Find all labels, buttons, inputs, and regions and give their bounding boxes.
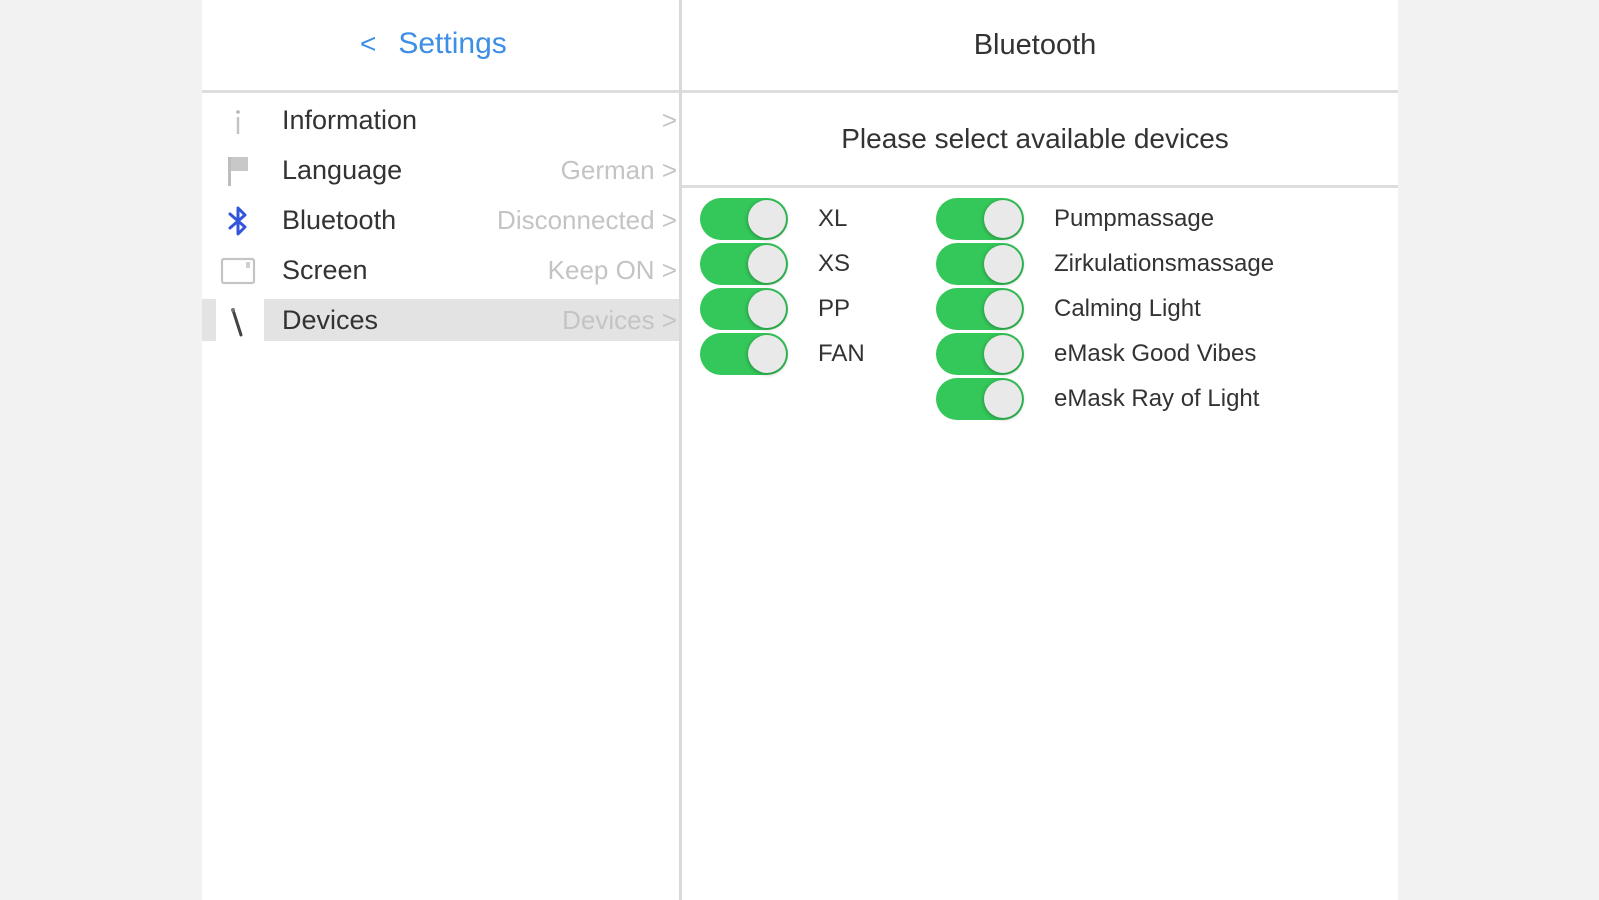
device-toggle-xs[interactable] xyxy=(700,243,788,285)
device-toggle-emask-ray-of-light[interactable] xyxy=(936,378,1024,420)
flag-icon xyxy=(220,154,256,188)
device-toggle-xl[interactable] xyxy=(700,198,788,240)
bluetooth-panel: Bluetooth Please select available device… xyxy=(682,0,1398,900)
panel-subheader: Please select available devices xyxy=(682,93,1398,188)
toggle-knob xyxy=(984,380,1022,418)
settings-item-body: Language German > xyxy=(264,149,679,191)
settings-item-screen[interactable]: Screen Keep ON > xyxy=(202,246,679,296)
info-icon xyxy=(220,104,256,138)
toggle-knob xyxy=(748,335,786,373)
panel-header: Bluetooth xyxy=(682,0,1398,93)
toggle-knob xyxy=(748,290,786,328)
back-button-label: Settings xyxy=(398,27,507,60)
active-row-marker xyxy=(202,299,216,341)
device-label: eMask Good Vibes xyxy=(1054,340,1257,367)
device-label: XS xyxy=(818,250,851,277)
device-row-pumpmassage: Pumpmassage xyxy=(936,196,1214,242)
device-toggle-emask-good-vibes[interactable] xyxy=(936,333,1024,375)
toggle-knob xyxy=(984,245,1022,283)
device-row-xl: XL xyxy=(700,196,847,242)
settings-item-label: Screen xyxy=(282,254,368,285)
device-toggle-zirkulationsmassage[interactable] xyxy=(936,243,1024,285)
device-label: XL xyxy=(818,205,848,232)
device-label: FAN xyxy=(818,340,865,367)
settings-item-body: Screen Keep ON > xyxy=(264,249,679,291)
toggle-knob xyxy=(984,290,1022,328)
toggle-knob xyxy=(984,335,1022,373)
back-to-settings-button[interactable]: < Settings xyxy=(360,24,507,64)
settings-item-information[interactable]: Information > xyxy=(202,96,679,146)
device-row-pp: PP xyxy=(700,286,850,332)
settings-item-value: > xyxy=(661,104,677,135)
toggle-knob xyxy=(984,200,1022,238)
device-toggle-pumpmassage[interactable] xyxy=(936,198,1024,240)
settings-item-value: German > xyxy=(560,154,677,185)
chevron-left-icon: < xyxy=(360,28,377,59)
settings-item-value: Keep ON > xyxy=(547,254,677,285)
screen-icon xyxy=(220,254,256,288)
toggle-knob xyxy=(748,200,786,238)
settings-item-label: Language xyxy=(282,154,403,185)
instruction-text: Please select available devices xyxy=(841,123,1229,154)
settings-item-label: Devices xyxy=(282,304,379,335)
settings-item-body: Information > xyxy=(264,99,679,141)
sidebar-header: < Settings xyxy=(202,0,679,93)
device-toggle-calming-light[interactable] xyxy=(936,288,1024,330)
device-label: PP xyxy=(818,295,851,322)
app-window: < Settings Information > Language German… xyxy=(202,0,1398,900)
device-toggle-fan[interactable] xyxy=(700,333,788,375)
settings-item-bluetooth[interactable]: Bluetooth Disconnected > xyxy=(202,196,679,246)
device-label: Zirkulationsmassage xyxy=(1054,250,1275,277)
settings-item-body: Bluetooth Disconnected > xyxy=(264,199,679,241)
device-label: eMask Ray of Light xyxy=(1054,385,1260,412)
page-title: Bluetooth xyxy=(973,28,1097,61)
toggle-knob xyxy=(748,245,786,283)
settings-list: Information > Language German > Bluetoot… xyxy=(202,96,679,346)
device-row-zirkulationsmassage: Zirkulationsmassage xyxy=(936,241,1274,287)
device-row-emask-ray-of-light: eMask Ray of Light xyxy=(936,376,1259,422)
devices-icon xyxy=(220,304,256,338)
settings-item-value: Disconnected > xyxy=(497,204,677,235)
device-row-xs: XS xyxy=(700,241,850,287)
settings-sidebar: < Settings Information > Language German… xyxy=(202,0,682,900)
bluetooth-icon xyxy=(220,204,256,238)
device-label: Pumpmassage xyxy=(1054,205,1215,232)
settings-item-body: Devices Devices > xyxy=(264,299,679,341)
device-label: Calming Light xyxy=(1054,295,1201,322)
device-row-fan: FAN xyxy=(700,331,865,377)
device-row-calming-light: Calming Light xyxy=(936,286,1201,332)
settings-item-language[interactable]: Language German > xyxy=(202,146,679,196)
settings-item-devices[interactable]: Devices Devices > xyxy=(202,296,679,346)
device-row-emask-good-vibes: eMask Good Vibes xyxy=(936,331,1256,377)
device-toggle-pp[interactable] xyxy=(700,288,788,330)
settings-item-label: Bluetooth xyxy=(282,204,397,235)
settings-item-value: Devices > xyxy=(562,304,677,335)
settings-item-label: Information xyxy=(282,104,418,135)
